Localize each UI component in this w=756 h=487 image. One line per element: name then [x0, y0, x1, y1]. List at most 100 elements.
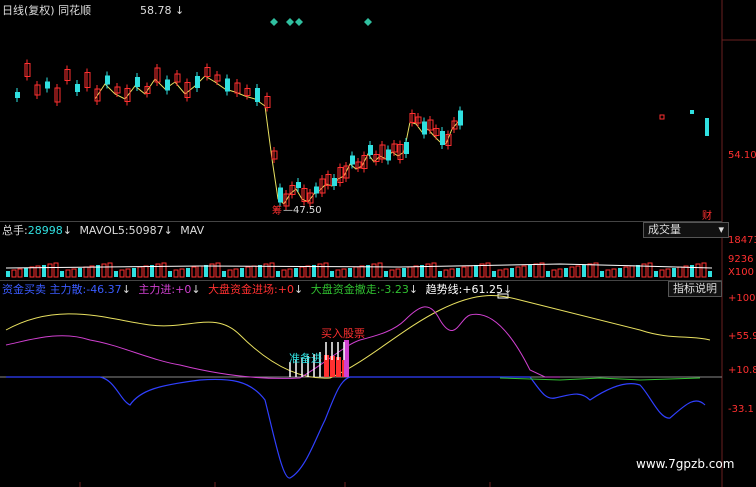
volume-bar [587, 263, 593, 278]
volume-bar [389, 269, 395, 278]
volume-bar [461, 266, 467, 278]
main-in-arrow: ↓ [191, 283, 201, 296]
volume-bar [503, 268, 509, 278]
volume-bar [618, 268, 622, 277]
volume-bar [114, 271, 118, 277]
volume-bar [359, 265, 365, 278]
volume-bar [227, 269, 233, 278]
volume-bar [474, 265, 478, 277]
volume-bar [353, 266, 359, 278]
mavol5-value: 50987 [128, 224, 164, 237]
volume-bar [647, 262, 653, 278]
volume-bar [413, 265, 419, 278]
volume-bar [191, 266, 197, 278]
candle-body [690, 110, 694, 114]
candle-body [440, 131, 445, 145]
volume-bar [564, 268, 568, 277]
mavol5-arrow: ↓ [163, 224, 173, 237]
volume-bar [395, 268, 401, 278]
price-value: 58.78 [140, 4, 172, 17]
volume-bar [330, 271, 334, 277]
volume-bar [6, 271, 10, 277]
chip-tag[interactable]: 筹 [272, 205, 282, 218]
trend-label: 趋势线: [425, 283, 463, 296]
candle-body [314, 186, 319, 194]
panel-separator-2 [0, 280, 722, 281]
market-out-value: -3.23 [380, 283, 409, 296]
candle-body [255, 88, 260, 102]
candle-body [135, 77, 140, 87]
low-value: 47.50 [293, 205, 322, 216]
candle-body [659, 114, 665, 120]
candle-body [332, 178, 337, 186]
price-readout: 58.78 ↓ [140, 4, 184, 17]
volume-bar [281, 269, 287, 278]
volume-bar [60, 271, 64, 277]
prepare-annotation: 准备进 [289, 352, 322, 365]
volume-header: 总手:28998↓ MAVOL5:50987↓ MAV [2, 224, 204, 237]
volume-bar [137, 266, 143, 278]
candle-body [278, 187, 283, 203]
volume-bar [47, 263, 53, 278]
volume-bar [467, 265, 473, 278]
volume-bar [636, 265, 640, 277]
volume-bar [42, 265, 46, 277]
volume-bar [222, 271, 226, 277]
signal-diamond [364, 18, 372, 26]
indicator-header: 资金买卖 主力散:-46.37↓ 主力进:+0↓ 大盘资金进场:+0↓ 大盘资金… [2, 283, 512, 296]
volume-bar [377, 262, 383, 278]
low-prefix: — [283, 205, 293, 216]
main-retail-label: 主力散: [49, 283, 87, 296]
main-retail-line [6, 376, 706, 479]
volume-bar [317, 263, 323, 278]
volume-bar [287, 268, 293, 278]
volume-bar [701, 262, 707, 278]
volume-bar [384, 271, 388, 277]
main-in-value: +0 [175, 283, 192, 296]
main-retail-arrow: ↓ [121, 283, 131, 296]
volume-bar [107, 262, 113, 278]
chart-canvas[interactable] [0, 0, 756, 487]
volume-bar [125, 268, 131, 278]
indicator-name: 资金买卖 [2, 283, 46, 296]
volume-bar [348, 268, 352, 277]
volume-bar [179, 268, 185, 278]
volume-bar [623, 266, 629, 278]
market-out-line [499, 377, 701, 381]
volume-bar [335, 269, 341, 278]
volume-bar [371, 263, 377, 278]
volume-bar [533, 263, 539, 278]
volume-bar [323, 262, 329, 278]
candle-body [404, 142, 409, 154]
volume-bar [695, 263, 701, 278]
price-axis-label: 54.10 [728, 150, 756, 161]
volume-bar [83, 266, 89, 278]
price-arrow: ↓ [175, 4, 185, 17]
candle-body [195, 76, 200, 88]
volume-bar [456, 268, 460, 277]
indicator-help-button[interactable]: 指标说明 [668, 281, 722, 297]
volume-bar [305, 265, 311, 278]
volume-bar [173, 269, 179, 278]
chart-title: 日线(复权) 同花顺 [2, 4, 91, 17]
volume-bar [65, 269, 71, 278]
signal-diamond [286, 18, 294, 26]
volume-total-value: 28998 [27, 224, 63, 237]
volume-bar [407, 266, 413, 278]
volume-axis-mid: 9236 [728, 254, 754, 265]
candle-body [75, 84, 80, 92]
candle-body [386, 149, 391, 161]
volume-axis-top: 18473 [728, 235, 756, 246]
app-name: 同花顺 [58, 4, 92, 17]
volume-bar [546, 271, 550, 277]
candle-body [458, 110, 463, 126]
volume-bar [665, 268, 671, 278]
volume-bar [161, 262, 167, 278]
indicator-dropdown[interactable]: 成交量 ▾ [643, 222, 729, 238]
mavol5-label: MAVOL5: [79, 224, 129, 237]
chevron-down-icon: ▾ [718, 223, 724, 236]
volume-bar [204, 265, 208, 277]
volume-bar [497, 269, 503, 278]
volume-bar [269, 262, 275, 278]
volume-bar [551, 269, 557, 278]
